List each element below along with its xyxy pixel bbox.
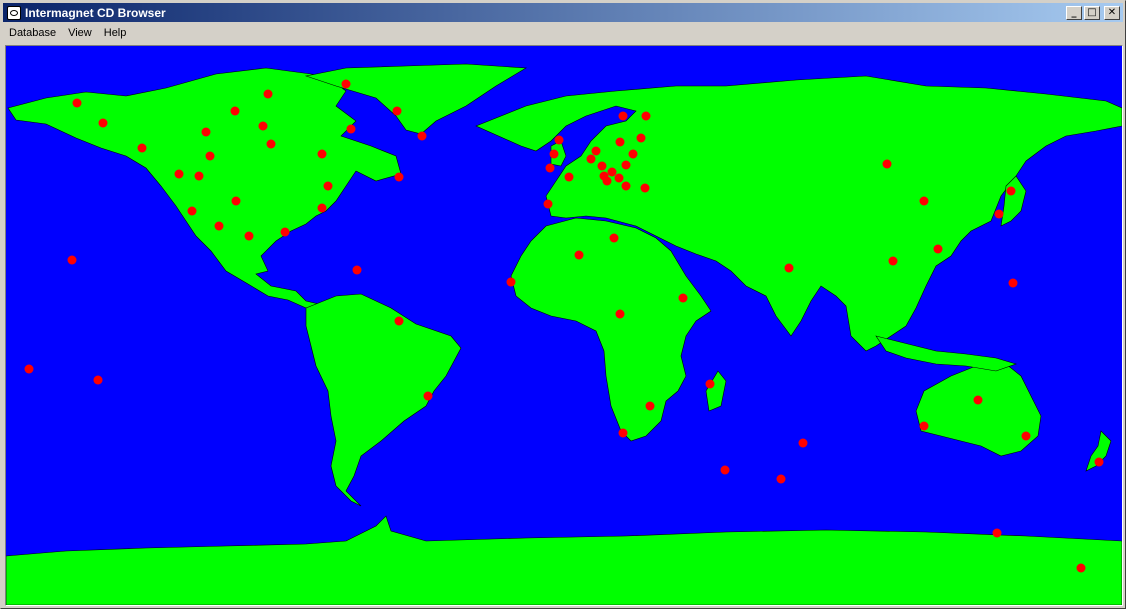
observatory-marker[interactable] — [67, 255, 77, 265]
observatory-marker[interactable] — [776, 474, 786, 484]
observatory-marker[interactable] — [137, 143, 147, 153]
observatory-marker[interactable] — [641, 111, 651, 121]
observatory-marker[interactable] — [888, 256, 898, 266]
observatory-marker[interactable] — [607, 167, 617, 177]
observatory-marker[interactable] — [615, 137, 625, 147]
observatory-marker[interactable] — [194, 171, 204, 181]
observatory-marker[interactable] — [346, 124, 356, 134]
observatory-marker[interactable] — [1021, 431, 1031, 441]
observatory-marker[interactable] — [992, 528, 1002, 538]
observatory-marker[interactable] — [628, 149, 638, 159]
observatory-marker[interactable] — [506, 277, 516, 287]
close-button[interactable]: ✕ — [1104, 5, 1120, 20]
observatory-marker[interactable] — [1006, 186, 1016, 196]
observatory-marker[interactable] — [602, 176, 612, 186]
observatory-marker[interactable] — [258, 121, 268, 131]
observatory-marker[interactable] — [636, 133, 646, 143]
menu-bar: Database View Help — [3, 23, 1123, 43]
observatory-marker[interactable] — [609, 233, 619, 243]
app-window: Intermagnet CD Browser _ □ ✕ Database Vi… — [0, 0, 1126, 609]
observatory-marker[interactable] — [214, 221, 224, 231]
observatory-marker[interactable] — [1008, 278, 1018, 288]
observatory-marker[interactable] — [263, 89, 273, 99]
observatory-marker[interactable] — [720, 465, 730, 475]
observatory-marker[interactable] — [352, 265, 362, 275]
observatory-marker[interactable] — [545, 163, 555, 173]
observatory-marker[interactable] — [919, 421, 929, 431]
menu-view[interactable]: View — [62, 24, 98, 42]
observatory-marker[interactable] — [882, 159, 892, 169]
observatory-marker[interactable] — [392, 106, 402, 116]
observatory-marker[interactable] — [543, 199, 553, 209]
observatory-marker[interactable] — [423, 391, 433, 401]
observatory-marker[interactable] — [798, 438, 808, 448]
minimize-icon: _ — [1071, 6, 1077, 18]
observatory-marker[interactable] — [574, 250, 584, 260]
observatory-marker[interactable] — [621, 181, 631, 191]
observatory-marker[interactable] — [341, 79, 351, 89]
observatory-marker[interactable] — [784, 263, 794, 273]
observatory-marker[interactable] — [645, 401, 655, 411]
window-title: Intermagnet CD Browser — [25, 5, 166, 20]
observatory-marker[interactable] — [554, 135, 564, 145]
observatory-marker[interactable] — [98, 118, 108, 128]
observatory-marker[interactable] — [615, 309, 625, 319]
observatory-marker[interactable] — [705, 379, 715, 389]
observatory-marker[interactable] — [72, 98, 82, 108]
title-bar[interactable]: Intermagnet CD Browser _ □ ✕ — [3, 3, 1123, 22]
observatory-marker[interactable] — [973, 395, 983, 405]
observatory-marker[interactable] — [621, 160, 631, 170]
observatory-marker[interactable] — [266, 139, 276, 149]
observatory-marker[interactable] — [317, 149, 327, 159]
observatory-marker[interactable] — [614, 173, 624, 183]
observatory-marker[interactable] — [586, 154, 596, 164]
observatory-marker[interactable] — [417, 131, 427, 141]
observatory-marker[interactable] — [231, 196, 241, 206]
observatory-marker[interactable] — [205, 151, 215, 161]
observatory-marker[interactable] — [919, 196, 929, 206]
observatory-marker[interactable] — [323, 181, 333, 191]
observatory-marker[interactable] — [564, 172, 574, 182]
observatory-marker[interactable] — [394, 316, 404, 326]
observatory-marker[interactable] — [618, 111, 628, 121]
menu-help[interactable]: Help — [98, 24, 133, 42]
maximize-icon: □ — [1087, 6, 1097, 18]
observatory-marker[interactable] — [678, 293, 688, 303]
world-map[interactable] — [5, 45, 1123, 606]
maximize-button[interactable]: □ — [1084, 5, 1100, 20]
observatory-marker[interactable] — [933, 244, 943, 254]
observatory-marker[interactable] — [618, 428, 628, 438]
world-map-canvas[interactable] — [6, 46, 1122, 605]
observatory-marker[interactable] — [280, 227, 290, 237]
observatory-marker[interactable] — [640, 183, 650, 193]
observatory-marker[interactable] — [230, 106, 240, 116]
minimize-button[interactable]: _ — [1066, 5, 1082, 20]
observatory-marker[interactable] — [1076, 563, 1086, 573]
menu-database[interactable]: Database — [3, 24, 62, 42]
observatory-marker[interactable] — [201, 127, 211, 137]
observatory-marker[interactable] — [317, 203, 327, 213]
observatory-marker[interactable] — [93, 375, 103, 385]
observatory-marker[interactable] — [244, 231, 254, 241]
observatory-marker[interactable] — [187, 206, 197, 216]
observatory-marker[interactable] — [597, 161, 607, 171]
observatory-marker[interactable] — [994, 209, 1004, 219]
observatory-marker[interactable] — [549, 149, 559, 159]
close-icon: ✕ — [1107, 6, 1117, 18]
app-icon[interactable] — [7, 5, 21, 20]
observatory-marker[interactable] — [591, 146, 601, 156]
observatory-marker[interactable] — [394, 172, 404, 182]
observatory-marker[interactable] — [24, 364, 34, 374]
observatory-marker[interactable] — [174, 169, 184, 179]
observatory-marker[interactable] — [1094, 457, 1104, 467]
